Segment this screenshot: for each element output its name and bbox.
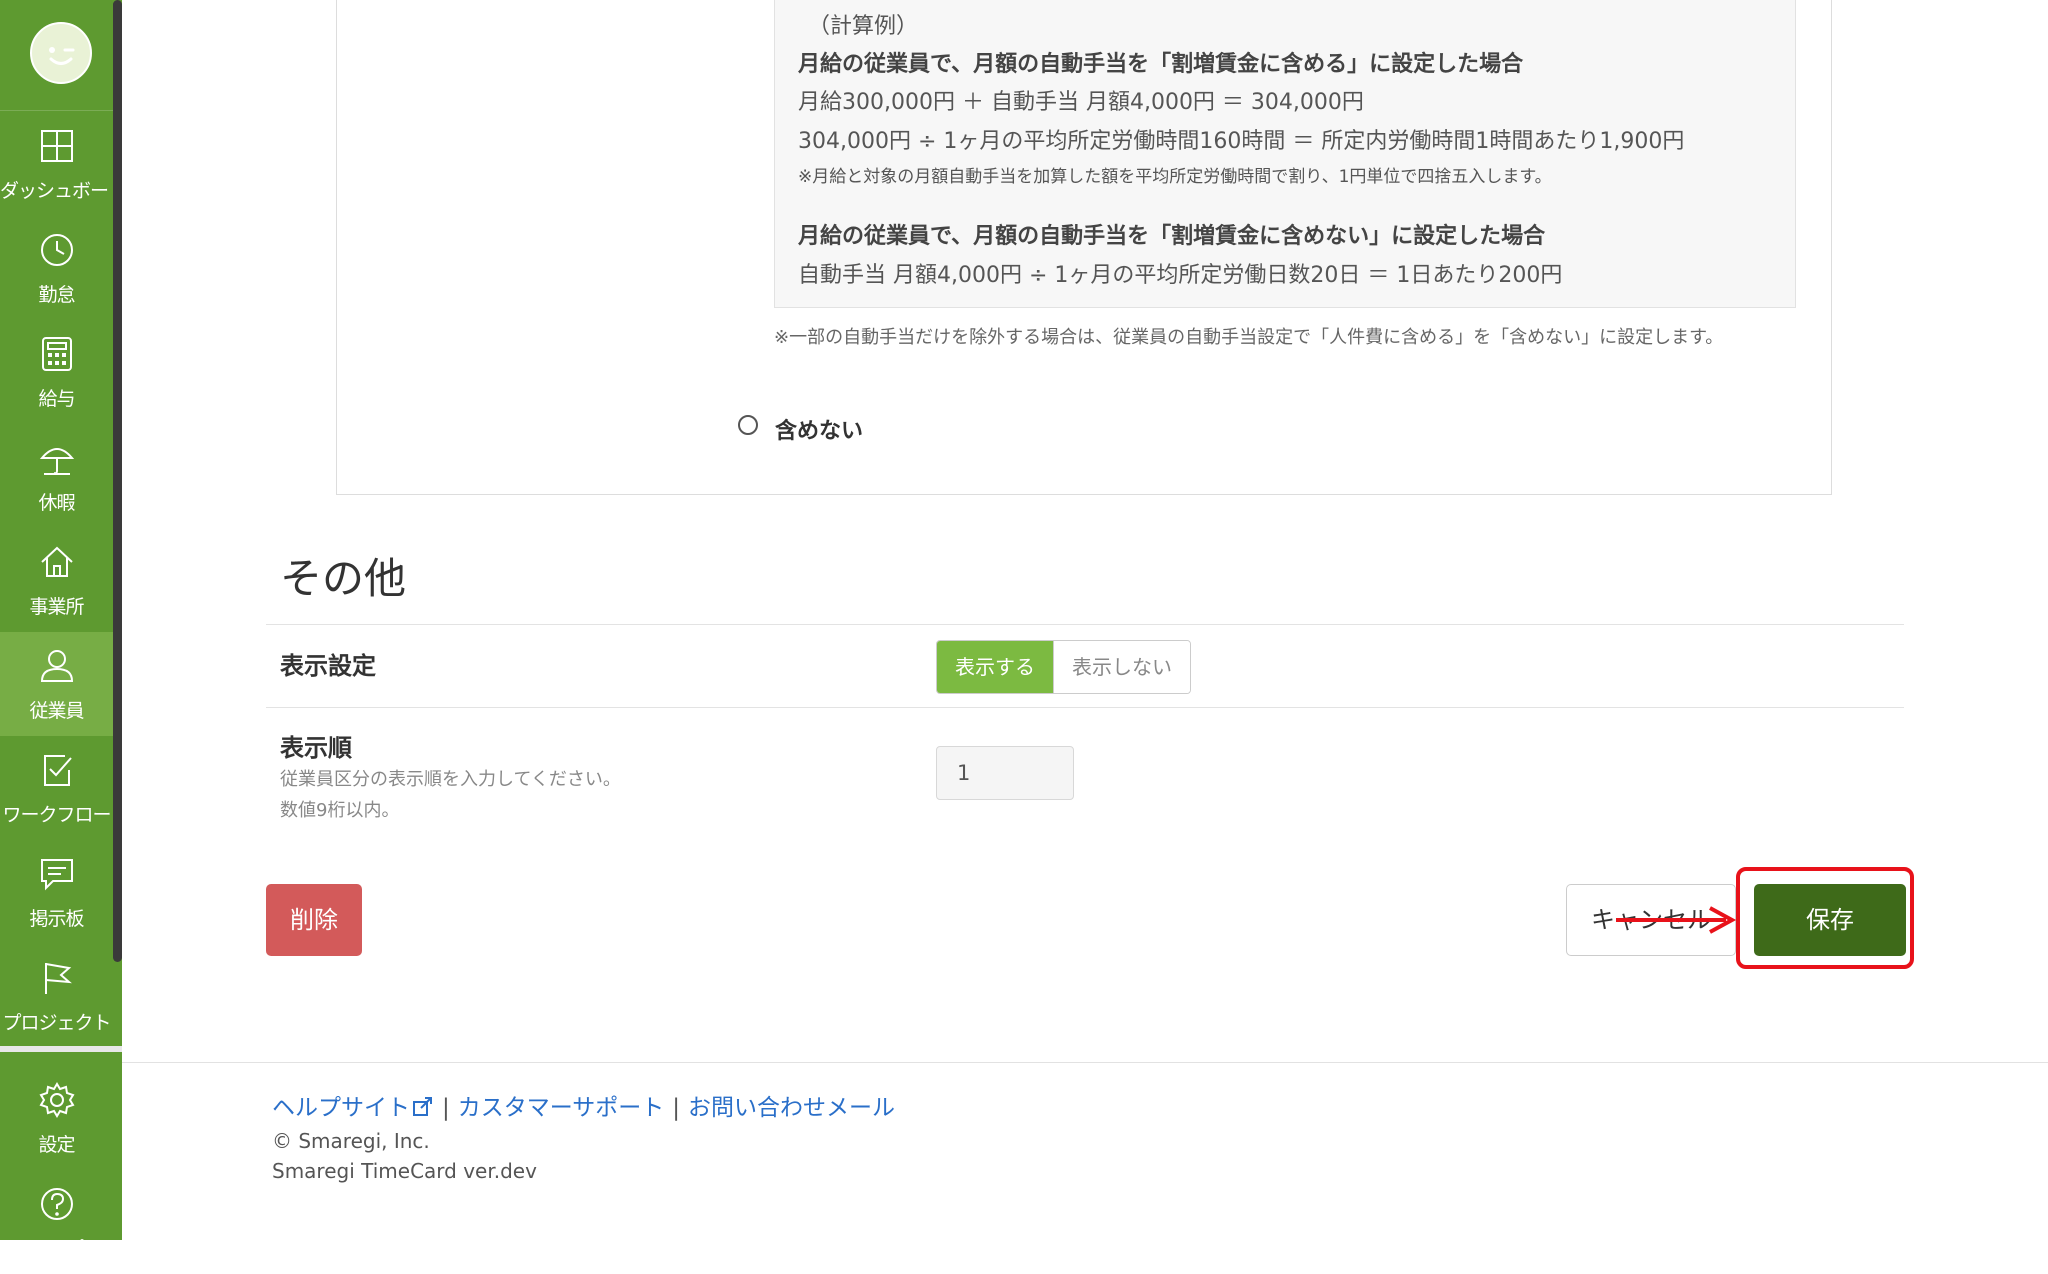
- annotation-highlight-box: [1736, 867, 1914, 969]
- app-logo[interactable]: [30, 22, 92, 84]
- example-case1-line1: 月給300,000円 ＋ 自動手当 月額4,000円 ＝ 304,000円: [798, 90, 1364, 115]
- user-icon: [40, 650, 74, 682]
- exclude-radio[interactable]: [738, 415, 758, 435]
- sidebar-item-settings[interactable]: 設定: [0, 1066, 113, 1170]
- workflow-icon: [44, 755, 72, 786]
- main-content: （計算例） 月給の従業員で、月額の自動手当を「割増賃金に含める」に設定した場合 …: [122, 0, 2048, 1240]
- exclusion-note: ※一部の自動手当だけを除外する場合は、従業員の自動手当設定で「人件費に含める」を…: [774, 327, 1724, 348]
- display-order-help: 従業員区分の表示順を入力してください。: [280, 769, 621, 790]
- customer-support-link[interactable]: カスタマーサポート: [458, 1095, 665, 1121]
- sidebar-item-employee[interactable]: 従業員: [0, 632, 113, 736]
- external-link-icon: [413, 1097, 432, 1116]
- example-case2-line1: 自動手当 月額4,000円 ÷ 1ヶ月の平均所定労働日数20日 ＝ 1日あたり2…: [798, 263, 1563, 288]
- sidebar-item-label: ワークフロー: [2, 804, 111, 826]
- flag-icon: [45, 963, 72, 994]
- sidebar: ダッシュボード 勤怠 給与 休暇 事業所 従業員 ワークフロー 掲示板 プロジェ…: [0, 0, 127, 1260]
- display-order-label: 表示順: [280, 734, 352, 762]
- example-case1-note: ※月給と対象の月額自動手当を加算した額を平均所定労働時間で割り、1円単位で四捨五…: [798, 167, 1552, 187]
- annotation-arrow-icon: [1616, 906, 1737, 934]
- sidebar-item-leave[interactable]: 休暇: [0, 424, 113, 528]
- sidebar-item-label: ヘルプ: [29, 1238, 84, 1260]
- sidebar-item-label: 勤怠: [38, 284, 75, 306]
- footer-divider: [122, 1062, 2048, 1063]
- toggle-show-option[interactable]: 表示する: [937, 641, 1053, 693]
- delete-button[interactable]: 削除: [266, 884, 362, 956]
- sidebar-item-project[interactable]: プロジェクト: [0, 944, 113, 1048]
- sidebar-item-attendance[interactable]: 勤怠: [0, 216, 113, 320]
- sidebar-scrollbar[interactable]: [113, 0, 122, 962]
- footer-links: ヘルプサイト | カスタマーサポート | お問い合わせメール: [272, 1088, 895, 1122]
- sidebar-item-help[interactable]: ヘルプ: [0, 1170, 113, 1274]
- clock-icon: [41, 234, 73, 266]
- sidebar-item-label: 休暇: [38, 492, 75, 514]
- home-icon: [41, 546, 73, 577]
- dashboard-icon: [41, 130, 73, 162]
- sidebar-item-label: 従業員: [29, 700, 84, 722]
- umbrella-icon: [39, 448, 75, 475]
- section-title-other: その他: [280, 554, 407, 603]
- example-heading: （計算例）: [808, 14, 919, 39]
- display-order-input[interactable]: 1: [936, 746, 1074, 800]
- divider: [266, 624, 1904, 625]
- gear-icon: [39, 1082, 75, 1118]
- display-setting-label: 表示設定: [280, 652, 376, 680]
- toggle-hide-option[interactable]: 表示しない: [1053, 641, 1190, 693]
- sidebar-item-label: 事業所: [29, 596, 84, 618]
- footer-separator: |: [442, 1095, 450, 1121]
- sidebar-item-payroll[interactable]: 給与: [0, 320, 113, 424]
- contact-mail-link[interactable]: お問い合わせメール: [688, 1095, 895, 1121]
- help-site-link[interactable]: ヘルプサイト: [272, 1095, 410, 1121]
- example-case1-line2: 304,000円 ÷ 1ヶ月の平均所定労働時間160時間 ＝ 所定内労働時間1時…: [798, 129, 1685, 154]
- message-board-icon: [41, 859, 73, 891]
- sidebar-lower: 設定 ヘルプ: [0, 1052, 122, 1260]
- sidebar-item-office[interactable]: 事業所: [0, 528, 113, 632]
- version: Smaregi TimeCard ver.dev: [272, 1159, 537, 1183]
- sidebar-item-message-board[interactable]: 掲示板: [0, 840, 113, 944]
- sidebar-item-label: ダッシュボード: [0, 180, 127, 202]
- example-case2-title: 月給の従業員で、月額の自動手当を「割増賃金に含めない」に設定した場合: [798, 224, 1546, 249]
- sidebar-item-label: プロジェクト: [2, 1012, 111, 1034]
- example-case1-title: 月給の従業員で、月額の自動手当を「割増賃金に含める」に設定した場合: [798, 52, 1524, 77]
- sidebar-item-label: 設定: [38, 1134, 75, 1156]
- sidebar-item-workflow[interactable]: ワークフロー: [0, 736, 113, 840]
- sidebar-item-dashboard[interactable]: ダッシュボード: [0, 112, 127, 216]
- display-order-help-limit: 数値9桁以内。: [280, 800, 400, 821]
- help-icon: [41, 1188, 73, 1220]
- calculator-icon: [42, 337, 72, 371]
- sidebar-item-label: 給与: [38, 388, 75, 410]
- display-setting-toggle: 表示する 表示しない: [936, 640, 1191, 694]
- copyright: © Smaregi, Inc.: [272, 1129, 430, 1153]
- divider: [266, 707, 1904, 708]
- exclude-radio-label[interactable]: 含めない: [775, 413, 863, 445]
- footer-separator: |: [672, 1095, 681, 1121]
- sidebar-item-label: 掲示板: [29, 908, 84, 930]
